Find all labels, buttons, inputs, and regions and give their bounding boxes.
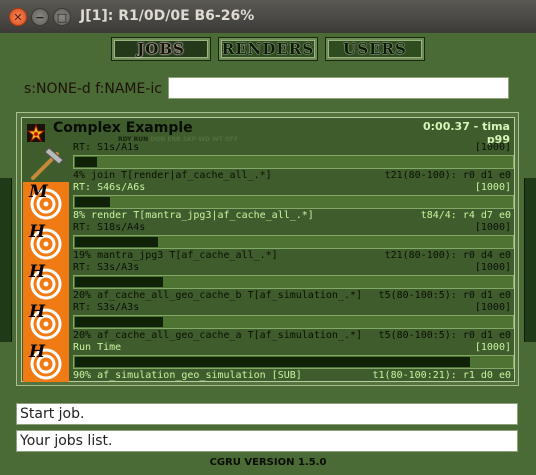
jobs-list: Complex Example RDY RUN DON ERR SKP WD W… — [16, 112, 519, 386]
block-header: RT: S18s/A4s — [73, 222, 146, 233]
block-tasks: t1(80-100:21): r1 d0 e0 — [372, 370, 511, 381]
block-progress-bar — [73, 195, 514, 209]
block-info: 20% af_cache_all_geo_cache_b T[af_simula… — [73, 290, 362, 301]
job-block[interactable]: H RT: S18s/A4s [1000] 19% mantra_jpg3 T[af_… — [23, 222, 515, 262]
status-line-1: Start job. — [16, 403, 518, 425]
block-progress-bar — [73, 315, 514, 329]
block-header: Run Time — [73, 342, 122, 353]
block-progress-bar — [73, 275, 514, 289]
window-title: J[1]: R1/0D/0E B6-26% — [80, 8, 255, 24]
block-tasks: t5(80-100:5): r0 d1 e0 — [378, 290, 511, 301]
tab-jobs-label: JOBS — [137, 40, 185, 58]
block-capacity: [1000] — [474, 342, 511, 353]
job-block[interactable]: H RT: S3s/A3s [1000] 20% af_cache_all_geo_c… — [23, 302, 515, 342]
hammer-icon — [31, 147, 64, 180]
block-tasks: t5(80-100:5): r0 d1 e0 — [378, 330, 511, 341]
title-bar[interactable]: ✕ − □ J[1]: R1/0D/0E B6-26% — [0, 0, 536, 33]
block-capacity: [1000] — [474, 262, 511, 273]
star-icon — [27, 124, 45, 142]
minimize-icon: − — [35, 11, 45, 24]
block-progress-fill — [75, 237, 158, 247]
maximize-window-button[interactable]: □ — [53, 8, 71, 26]
minimize-window-button[interactable]: − — [31, 8, 49, 26]
block-header: RT: S3s/A3s — [73, 262, 140, 273]
job-block[interactable]: H RT: S3s/A3s [1000] 20% af_cache_all_geo_c… — [23, 262, 515, 302]
block-letter: H — [29, 222, 46, 242]
block-progress-bar — [73, 355, 514, 369]
left-scroll-handle[interactable] — [0, 178, 12, 342]
job-name: Complex Example — [53, 120, 193, 136]
block-progress-fill — [75, 197, 110, 207]
block-tasks: t21(80-100): r0 d1 e0 — [384, 170, 511, 181]
maximize-icon: □ — [56, 11, 68, 24]
job-block[interactable]: H Run Time [1000] 90% af_simulation_geo_sim… — [23, 342, 515, 382]
tab-renders-label: RENDERS — [221, 40, 315, 58]
block-header: RT: S46s/A6s — [73, 182, 146, 193]
block-letter: H — [29, 262, 46, 282]
block-info: 20% af_cache_all_geo_cache_a T[af_simula… — [73, 330, 362, 341]
version-label: CGRU VERSION 1.5.0 — [209, 457, 327, 468]
block-progress-bar — [73, 235, 514, 249]
block-letter: H — [29, 302, 46, 322]
block-capacity: [1000] — [474, 222, 511, 233]
block-info: 8% render T[mantra_jpg3|af_cache_all_.*] — [73, 210, 314, 221]
block-progress-fill — [75, 157, 97, 167]
block-info: 19% mantra_jpg3 T[af_cache_all_.*] — [73, 250, 278, 261]
block-info: 90% af_simulation_geo_simulation [SUB] — [73, 370, 302, 381]
status-line-2: Your jobs list. — [16, 430, 518, 452]
block-capacity: [1000] — [474, 302, 511, 313]
block-letter: M — [29, 182, 48, 202]
tab-renders[interactable]: RENDERS — [218, 37, 318, 61]
app-window: ✕ − □ J[1]: R1/0D/0E B6-26% JOBS RENDERS… — [0, 0, 536, 475]
close-window-button[interactable]: ✕ — [9, 8, 27, 26]
tab-jobs[interactable]: JOBS — [111, 37, 211, 61]
job-block[interactable]: M RT: S46s/A6s [1000] 8% render T[mantra_jp… — [23, 182, 515, 222]
block-progress-bar — [73, 155, 514, 169]
block-header: RT: S3s/A3s — [73, 302, 140, 313]
block-tasks: t21(80-100): r0 d4 e0 — [384, 250, 511, 261]
block-progress-fill — [75, 317, 163, 327]
block-letter: H — [29, 342, 46, 362]
filter-label[interactable]: s:NONE-d f:NAME-ic — [24, 81, 162, 97]
tab-users[interactable]: USERS — [325, 37, 425, 61]
block-tasks: t84/4: r4 d7 e0 — [420, 210, 511, 221]
block-capacity: [1000] — [474, 142, 511, 153]
block-header: RT: S1s/A1s — [73, 142, 140, 153]
right-scroll-handle[interactable] — [524, 178, 536, 342]
block-progress-fill — [75, 357, 470, 367]
close-icon: ✕ — [13, 11, 23, 24]
block-info: 4% join T[render|af_cache_all_.*] — [73, 170, 272, 181]
filter-input[interactable] — [168, 77, 509, 99]
job-block[interactable]: RT: S1s/A1s [1000] 4% join T[render|af_cac… — [23, 142, 515, 182]
job-time: 0:00.37 - tima — [423, 120, 510, 133]
block-progress-fill — [75, 277, 163, 287]
job-item[interactable]: Complex Example RDY RUN DON ERR SKP WD W… — [21, 117, 515, 382]
block-capacity: [1000] — [474, 182, 511, 193]
tab-users-label: USERS — [343, 40, 407, 58]
